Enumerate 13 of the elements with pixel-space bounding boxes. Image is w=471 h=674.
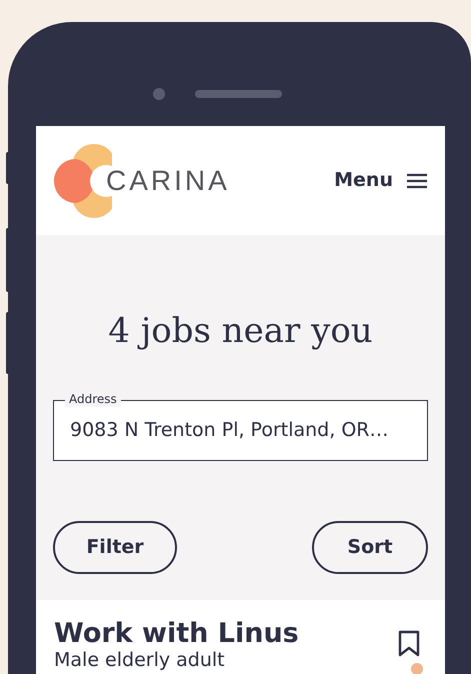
camera-icon <box>153 88 165 100</box>
field-label: Address <box>65 390 121 407</box>
job-card[interactable]: Work with Linus Male elderly adult <box>36 600 445 674</box>
job-title: Work with Linus <box>54 618 299 650</box>
job-subtitle: Male elderly adult <box>54 650 226 672</box>
menu-icon <box>407 172 427 188</box>
page-heading: 4 jobs near you <box>107 310 374 352</box>
menu-button[interactable]: Menu <box>334 166 427 195</box>
filter-button[interactable]: Filter <box>53 520 177 574</box>
speaker-icon <box>195 90 282 98</box>
sort-button[interactable]: Sort <box>312 520 428 574</box>
bookmark-icon[interactable] <box>398 630 420 657</box>
brand-name: CARINA <box>106 164 230 198</box>
